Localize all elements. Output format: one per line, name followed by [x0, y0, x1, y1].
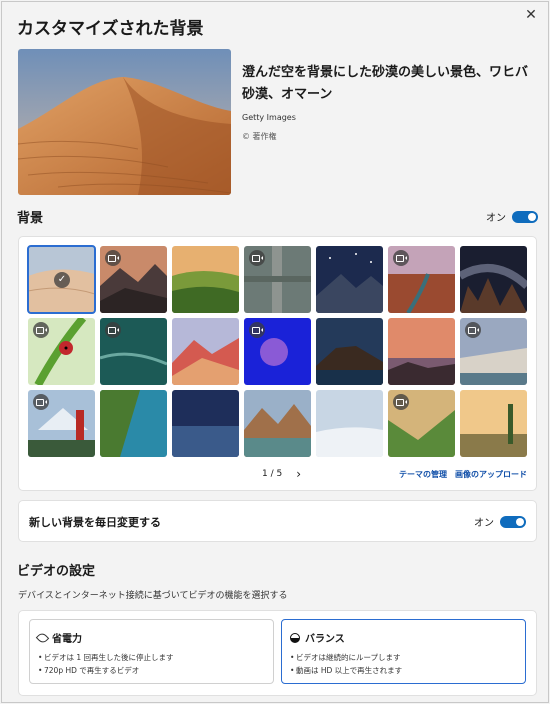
option-title: 省電力 [52, 634, 82, 645]
tile-canyon-river[interactable] [388, 246, 455, 313]
daily-toggle[interactable] [500, 515, 526, 528]
tile-salt-flats[interactable] [316, 390, 383, 457]
daily-toggle-label: オン [474, 518, 494, 529]
background-section-label: 背景 [17, 211, 44, 226]
tile-mountain-lake[interactable] [244, 390, 311, 457]
hero-image [18, 49, 231, 195]
manage-themes-link[interactable]: テーマの管理 [399, 469, 447, 480]
tile-starry-mountain[interactable] [316, 246, 383, 313]
daily-change-label: 新しい背景を毎日変更する [29, 516, 161, 529]
background-grid: ✓ [27, 245, 527, 457]
tile-rainbow-mountains[interactable] [172, 318, 239, 385]
tile-ocean-aerial[interactable] [100, 318, 167, 385]
selected-check-icon: ✓ [54, 272, 70, 288]
video-icon [33, 394, 49, 410]
option-detail: 動画は HD 以上で再生されます [290, 664, 517, 677]
pager-next-icon[interactable]: › [296, 467, 301, 481]
video-settings-heading: ビデオの設定 [17, 564, 96, 579]
tile-desert[interactable]: ✓ [27, 245, 96, 314]
tile-cactus-sunset[interactable] [460, 390, 527, 457]
tile-pagoda-fuji[interactable] [28, 390, 95, 457]
background-toggle-label: オン [486, 213, 506, 224]
close-icon[interactable]: ✕ [522, 6, 540, 24]
tile-green-hills[interactable] [172, 246, 239, 313]
tile-green-valley[interactable] [388, 390, 455, 457]
dialog-title: カスタマイズされた背景 [17, 19, 204, 39]
leaf-icon [35, 630, 50, 645]
hero-credit: Getty Images [242, 113, 296, 122]
option-title: バランス [305, 634, 345, 645]
hero-copyright: © 著作権 [242, 132, 277, 141]
tile-misty-mountains[interactable] [100, 246, 167, 313]
tile-bridge-aerial[interactable] [244, 246, 311, 313]
video-icon [465, 322, 481, 338]
tile-tropical-cliffs[interactable] [100, 390, 167, 457]
video-icon [393, 250, 409, 266]
option-detail: ビデオは 1 回再生した後に停止します [38, 651, 265, 664]
tile-night-lake[interactable] [172, 390, 239, 457]
video-icon [249, 250, 265, 266]
video-settings-description: デバイスとインターネット接続に基づいてビデオの機能を選択する [18, 591, 288, 601]
tile-milky-way-rocks[interactable] [460, 246, 527, 313]
half-circle-icon [290, 632, 300, 643]
video-icon [249, 322, 265, 338]
option-detail: ビデオは継続的にループします [290, 651, 517, 664]
background-toggle-row: オン [486, 209, 538, 224]
video-icon [393, 394, 409, 410]
tile-coastal-town-night[interactable] [316, 318, 383, 385]
tile-sunset-rocks[interactable] [388, 318, 455, 385]
video-icon [33, 322, 49, 338]
tile-coastal-village[interactable] [460, 318, 527, 385]
upload-image-link[interactable]: 画像のアップロード [455, 469, 527, 480]
daily-toggle-row: オン [474, 514, 526, 529]
option-balanced[interactable]: バランス ビデオは継続的にループします 動画は HD 以上で再生されます [281, 619, 526, 684]
tile-ladybug[interactable] [28, 318, 95, 385]
video-icon [105, 322, 121, 338]
option-detail: 720p HD で再生するビデオ [38, 664, 265, 677]
pager-text: 1 / 5 [262, 469, 283, 479]
customized-background-dialog: ✕ カスタマイズされた背景 澄んだ空を背景にした砂漠の美しい景色、ワヒバ砂漠、オ… [1, 1, 549, 703]
video-icon [105, 250, 121, 266]
background-toggle[interactable] [512, 210, 538, 223]
tile-jellyfish[interactable] [244, 318, 311, 385]
option-power-saving[interactable]: 省電力 ビデオは 1 回再生した後に停止します 720p HD で再生するビデオ [29, 619, 274, 684]
gallery-pager: 1 / 5 › [262, 467, 301, 481]
hero-caption: 澄んだ空を背景にした砂漠の美しい景色、ワヒバ砂漠、オマーン [242, 65, 529, 102]
